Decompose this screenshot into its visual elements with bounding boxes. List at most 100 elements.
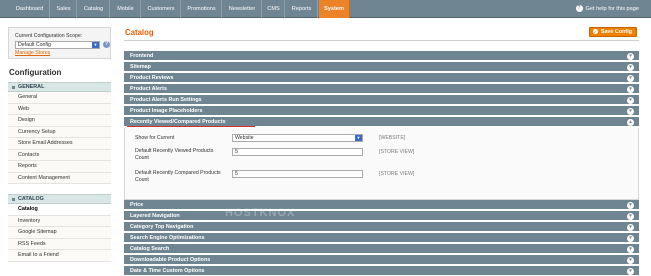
save-config-button[interactable]: ✓ Save Config	[588, 27, 637, 37]
field-label-show-for-current: Show for Current	[135, 135, 175, 141]
section-category-top-navigation[interactable]: Category Top Navigation ▾	[124, 222, 639, 232]
section-label: Catalog Search	[130, 246, 170, 252]
recently-compared-count-input[interactable]: 5	[232, 170, 363, 178]
sidebar-item-rss-feeds[interactable]: RSS Feeds	[8, 238, 111, 250]
sidebar-item-content-management[interactable]: Content Management	[8, 172, 111, 184]
sidebar-item-catalog[interactable]: Catalog	[8, 204, 111, 216]
nav-newsletter[interactable]: Newsletter	[223, 0, 262, 18]
nav-sales[interactable]: Sales	[51, 0, 77, 18]
nav-customers[interactable]: Customers	[142, 0, 181, 18]
title-divider	[124, 40, 639, 41]
chevron-down-icon: ▼	[355, 135, 362, 141]
section-product-reviews[interactable]: Product Reviews ▾	[124, 73, 639, 83]
section-product-alerts-run-settings[interactable]: Product Alerts Run Settings ▾	[124, 95, 639, 105]
sidebar-item-web[interactable]: Web	[8, 103, 111, 115]
section-search-engine-optimizations[interactable]: Search Engine Optimizations ▾	[124, 233, 639, 243]
expand-icon: ▾	[627, 212, 634, 220]
page-title: Catalog	[125, 28, 154, 37]
scope-tag-store-view: [STORE VIEW]	[379, 171, 415, 177]
sidebar-section-label: CATALOG	[18, 196, 44, 202]
section-panel: Show for Current Website ▼ [WEBSITE] Def…	[124, 128, 639, 200]
field-label-recently-compared-count: Default Recently Compared Products Count	[135, 170, 221, 184]
bullet-icon	[12, 86, 15, 89]
expand-icon: ▾	[627, 107, 634, 115]
section-layered-navigation[interactable]: Layered Navigation ▾	[124, 211, 639, 221]
highlight-underline	[127, 126, 255, 127]
nav-mobile[interactable]: Mobile	[111, 0, 141, 18]
section-label: Product Alerts	[130, 86, 167, 92]
bullet-icon	[12, 198, 15, 201]
section-sitemap[interactable]: Sitemap ▾	[124, 62, 639, 72]
save-icon: ✓	[592, 29, 598, 34]
nav-cms[interactable]: CMS	[263, 0, 285, 18]
sidebar-item-contacts[interactable]: Contacts	[8, 149, 111, 161]
expand-icon: ▾	[627, 245, 634, 253]
section-label: Search Engine Optimizations	[130, 235, 205, 241]
sidebar-item-google-sitemap[interactable]: Google Sitemap	[8, 227, 111, 239]
section-label: Price	[130, 202, 144, 208]
nav-dashboard[interactable]: Dashboard	[10, 0, 50, 18]
expand-icon: ▾	[627, 74, 634, 82]
section-label: Product Alerts Run Settings	[130, 97, 202, 103]
section-label: Date & Time Custom Options	[130, 268, 205, 274]
sidebar-item-currency-setup[interactable]: Currency Setup	[8, 126, 111, 138]
sidebar-item-reports[interactable]: Reports	[8, 161, 111, 173]
recently-viewed-count-input[interactable]: 5	[232, 148, 363, 156]
section-label: Product Reviews	[130, 75, 174, 81]
chevron-down-icon: ▼	[92, 42, 99, 48]
scope-select[interactable]: Default Config ▼	[15, 41, 100, 49]
section-label: Downloadable Product Options	[130, 257, 211, 263]
help-link[interactable]: ? Get help for this page	[575, 0, 640, 18]
expand-icon: ▾	[627, 256, 634, 264]
expand-icon: ▾	[627, 201, 634, 209]
show-for-current-value: Website	[235, 135, 254, 141]
field-label-recently-viewed-count: Default Recently Viewed Products Count	[135, 148, 214, 162]
section-date-time-custom-options[interactable]: Date & Time Custom Options ▾	[124, 266, 639, 276]
sidebar-section-label: GENERAL	[18, 84, 45, 90]
scope-label: Current Configuration Scope:	[15, 33, 83, 39]
expand-icon: ▾	[627, 63, 634, 71]
scope-tag-store-view: [STORE VIEW]	[379, 149, 415, 155]
sidebar: Current Configuration Scope: Default Con…	[8, 27, 111, 276]
expand-icon: ▾	[627, 223, 634, 231]
expand-icon: ▾	[627, 267, 634, 275]
sidebar-item-general[interactable]: General	[8, 92, 111, 104]
section-label: Product Image Placeholders	[130, 108, 203, 114]
scope-tag-website: [WEBSITE]	[379, 135, 406, 141]
section-downloadable-product-options[interactable]: Downloadable Product Options ▾	[124, 255, 639, 265]
section-price[interactable]: Price ▾	[124, 200, 639, 210]
watermark-logo: HOSTKNOX	[225, 207, 296, 219]
nav-promotions[interactable]: Promotions	[182, 0, 222, 18]
section-label: Category Top Navigation	[130, 224, 194, 230]
scope-switcher: Current Configuration Scope: Default Con…	[8, 27, 111, 59]
scope-select-value: Default Config	[18, 42, 51, 48]
help-label: Get help for this page	[585, 6, 640, 12]
section-label: Sitemap	[130, 64, 151, 70]
sidebar-item-store-email-addresses[interactable]: Store Email Addresses	[8, 138, 111, 150]
section-product-alerts[interactable]: Product Alerts ▾	[124, 84, 639, 94]
nav-reports[interactable]: Reports	[286, 0, 318, 18]
expand-icon: ▾	[627, 234, 634, 242]
help-icon: ?	[575, 5, 583, 13]
main-content: Catalog ✓ Save Config Frontend ▾ Sitemap …	[124, 27, 639, 276]
section-product-image-placeholders[interactable]: Product Image Placeholders ▾	[124, 106, 639, 116]
expand-icon: ▾	[627, 96, 634, 104]
section-label: Layered Navigation	[130, 213, 180, 219]
nav-system[interactable]: System	[319, 0, 350, 18]
section-label: Frontend	[130, 53, 154, 59]
sidebar-section-catalog: CATALOG	[8, 194, 111, 204]
collapse-icon: ▴	[627, 118, 634, 126]
manage-stores-link[interactable]: Manage Stores	[15, 50, 50, 56]
nav-catalog[interactable]: Catalog	[78, 0, 110, 18]
sidebar-item-inventory[interactable]: Inventory	[8, 215, 111, 227]
expand-icon: ▾	[627, 85, 634, 93]
sidebar-item-design[interactable]: Design	[8, 115, 111, 127]
sidebar-section-general: GENERAL	[8, 82, 111, 92]
show-for-current-select[interactable]: Website ▼	[232, 134, 363, 142]
save-config-label: Save Config	[600, 29, 632, 35]
configuration-title: Configuration	[9, 68, 62, 77]
question-icon[interactable]: ?	[103, 41, 110, 48]
section-catalog-search[interactable]: Catalog Search ▾	[124, 244, 639, 254]
section-frontend[interactable]: Frontend ▾	[124, 51, 639, 61]
sidebar-item-email-to-a-friend[interactable]: Email to a Friend	[8, 250, 111, 262]
